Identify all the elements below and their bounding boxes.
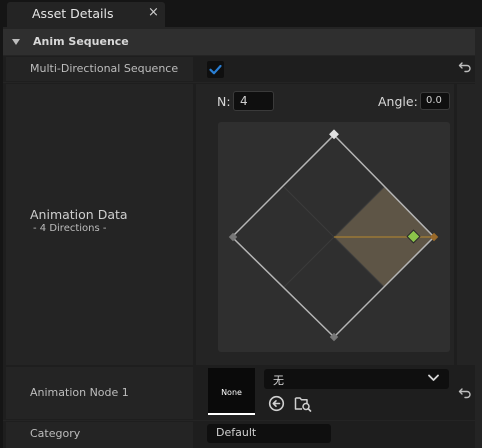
direction-diagram	[228, 129, 439, 342]
collapse-arrow-icon[interactable]	[12, 39, 20, 45]
animation-node-label: Animation Node 1	[30, 386, 129, 399]
tab-asset-details[interactable]: Asset Details ×	[7, 2, 165, 27]
category-value: Default	[216, 426, 257, 439]
selected-asset: 无	[273, 374, 284, 387]
multi-directional-label: Multi-Directional Sequence	[30, 62, 179, 75]
category-label: Category	[30, 427, 81, 440]
tab-title: Asset Details	[32, 6, 114, 21]
checkmark-icon	[209, 64, 222, 75]
chevron-down-icon	[428, 374, 439, 381]
direction-canvas[interactable]	[218, 122, 450, 352]
tab-bar: Asset Details ×	[0, 0, 482, 27]
n-input[interactable]: 4	[233, 91, 274, 111]
section-title: Anim Sequence	[33, 35, 129, 48]
category-input[interactable]: Default	[207, 424, 331, 443]
multi-directional-checkbox[interactable]	[207, 61, 224, 78]
use-selected-asset-icon[interactable]	[268, 395, 285, 415]
browse-asset-icon[interactable]	[294, 395, 312, 415]
directions-sublabel: - 4 Directions -	[33, 223, 107, 234]
section-anim-sequence[interactable]: Anim Sequence	[3, 29, 475, 55]
reset-cell	[457, 84, 475, 365]
animation-data-label: Animation Data	[30, 207, 128, 222]
reset-icon[interactable]	[458, 386, 472, 404]
n-label: N:	[217, 94, 231, 109]
asset-thumbnail[interactable]: None	[208, 368, 255, 415]
reset-icon[interactable]	[458, 60, 472, 78]
asset-picker-combo[interactable]: 无	[264, 369, 449, 389]
close-icon[interactable]: ×	[148, 5, 159, 20]
angle-label: Angle:	[378, 94, 418, 109]
angle-input[interactable]: 0.0	[420, 92, 450, 110]
thumbnail-label: None	[221, 388, 242, 397]
